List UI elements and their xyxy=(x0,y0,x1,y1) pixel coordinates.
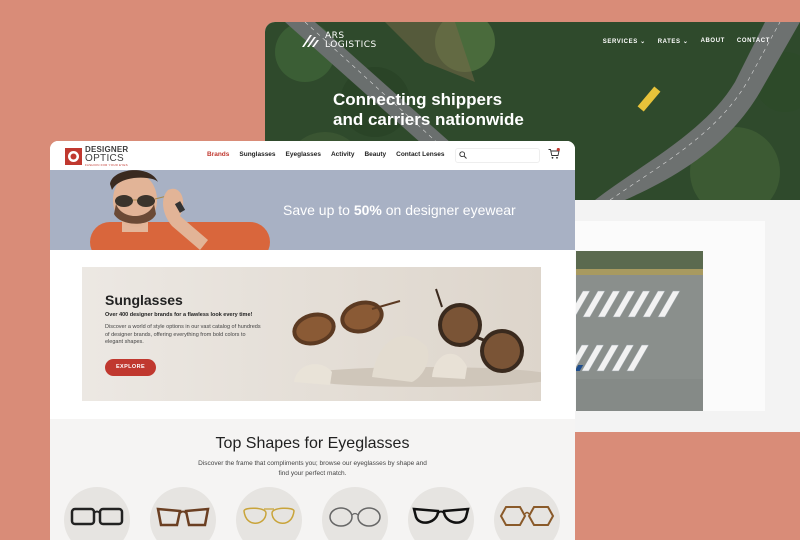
chevron-down-icon: ⌄ xyxy=(640,39,646,45)
glasses-hexagon-image xyxy=(499,506,555,526)
ars-headline: Connecting shippers and carriers nationw… xyxy=(333,90,593,130)
ars-headline-line2: and carriers nationwide xyxy=(333,110,524,129)
banner-text: Save up to 50% on designer eyewear xyxy=(283,202,516,218)
glasses-cat-eye-image xyxy=(156,507,210,527)
ars-nav-contact[interactable]: CONTACT xyxy=(737,38,770,45)
shape-rectangle[interactable] xyxy=(64,487,130,540)
feature-body: Discover a world of style options in our… xyxy=(105,324,261,345)
do-header: DESIGNER OPTICS FASHION FOR YOUR EYES Br… xyxy=(50,141,575,170)
explore-button[interactable]: EXPLORE xyxy=(105,359,156,376)
ars-nav: SERVICES ⌄ RATES ⌄ ABOUT CONTACT xyxy=(603,38,770,45)
glasses-rectangle-image xyxy=(70,507,124,526)
ars-nav-rates[interactable]: RATES ⌄ xyxy=(658,38,689,45)
search-icon[interactable] xyxy=(459,151,467,159)
glasses-aviator-image xyxy=(243,507,295,524)
ars-nav-services[interactable]: SERVICES ⌄ xyxy=(603,38,646,45)
nav-beauty[interactable]: Beauty xyxy=(364,151,386,158)
shape-cat-eye[interactable] xyxy=(150,487,216,540)
promo-banner[interactable]: Save up to 50% on designer eyewear xyxy=(50,170,575,250)
do-logo[interactable]: DESIGNER OPTICS FASHION FOR YOUR EYES xyxy=(65,146,128,167)
shape-aviator[interactable] xyxy=(236,487,302,540)
shapes-section: Top Shapes for Eyeglasses Discover the f… xyxy=(50,419,575,540)
ars-parking-lot-image xyxy=(576,251,703,411)
ars-nav-about[interactable]: ABOUT xyxy=(701,38,725,45)
glasses-round-image xyxy=(329,507,381,527)
sunglasses-feature-card: Sunglasses Over 400 designer brands for … xyxy=(82,267,541,401)
shapes-title: Top Shapes for Eyeglasses xyxy=(215,435,410,452)
feature-subtitle: Over 400 designer brands for a flawless … xyxy=(105,312,253,318)
nav-sunglasses[interactable]: Sunglasses xyxy=(239,151,275,158)
chevron-down-icon: ⌄ xyxy=(682,39,689,45)
ars-headline-line1: Connecting shippers xyxy=(333,90,503,109)
search-input[interactable] xyxy=(455,148,540,163)
banner-model-image xyxy=(90,170,270,250)
shape-browline[interactable] xyxy=(408,487,474,540)
nav-eyeglasses[interactable]: Eyeglasses xyxy=(286,151,321,158)
ars-logo-line2: LOGISTICS xyxy=(325,40,377,50)
nav-contact-lenses[interactable]: Contact Lenses xyxy=(396,151,444,158)
nav-activity[interactable]: Activity xyxy=(331,151,354,158)
shapes-subtitle: Discover the frame that compliments you;… xyxy=(198,460,427,477)
designer-optics-window: DESIGNER OPTICS FASHION FOR YOUR EYES Br… xyxy=(50,141,575,540)
glasses-browline-image xyxy=(412,507,470,524)
do-nav: Brands Sunglasses Eyeglasses Activity Be… xyxy=(207,151,445,158)
do-logo-tagline: FASHION FOR YOUR EYES xyxy=(85,163,128,167)
ars-logo-icon xyxy=(302,35,319,47)
shape-hexagon[interactable] xyxy=(494,487,560,540)
do-logo-icon xyxy=(65,148,82,165)
shape-round[interactable] xyxy=(322,487,388,540)
ars-logo[interactable]: ARS LOGISTICS xyxy=(301,32,377,50)
nav-brands[interactable]: Brands xyxy=(207,151,229,158)
feature-title: Sunglasses xyxy=(105,292,183,308)
cart-icon[interactable] xyxy=(548,148,560,160)
